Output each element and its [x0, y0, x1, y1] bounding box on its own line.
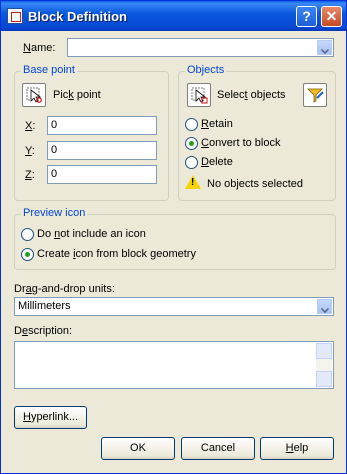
scroll-up-arrow-icon[interactable]: [316, 343, 332, 359]
select-objects-label: Select objects: [217, 89, 286, 101]
convert-to-block-label[interactable]: Convert to block: [201, 137, 281, 149]
delete-radio[interactable]: [185, 156, 198, 169]
block-definition-app-icon: [7, 8, 23, 24]
description-textarea[interactable]: [14, 341, 334, 389]
base-point-title: Base point: [21, 64, 77, 76]
x-input[interactable]: 0: [47, 116, 157, 135]
units-value: Millimeters: [18, 300, 71, 312]
description-label: Description:: [14, 325, 73, 337]
pick-point-label: Pick point: [53, 89, 101, 101]
select-objects-button[interactable]: [187, 83, 211, 107]
quick-select-button[interactable]: [303, 83, 327, 107]
chevron-down-icon[interactable]: [317, 299, 332, 314]
z-label: Z:: [25, 169, 35, 181]
z-input[interactable]: 0: [47, 165, 157, 184]
units-combobox[interactable]: Millimeters: [14, 297, 334, 316]
preview-icon-group: Preview icon: [14, 207, 336, 270]
x-label: X:: [25, 120, 36, 132]
objects-title: Objects: [185, 64, 227, 76]
title-close-button[interactable]: ✕: [321, 6, 342, 27]
title-bar[interactable]: Block Definition ? ✕: [1, 1, 346, 31]
name-label: Name:: [23, 42, 56, 54]
pick-point-button[interactable]: [22, 83, 46, 107]
pick-point-icon: [26, 87, 42, 103]
selection-status: No objects selected: [207, 178, 303, 190]
convert-to-block-radio[interactable]: [185, 137, 198, 150]
create-icon-label[interactable]: Create icon from block geometry: [37, 248, 196, 260]
retain-label[interactable]: Retain: [201, 118, 233, 130]
scroll-down-arrow-icon[interactable]: [316, 371, 332, 387]
preview-icon-title: Preview icon: [21, 207, 88, 219]
units-label: Drag-and-drop units:: [14, 283, 115, 295]
name-combobox[interactable]: [67, 38, 334, 57]
chevron-down-icon[interactable]: [317, 40, 332, 55]
block-definition-dialog: Block Definition ? ✕ Name: Base point Pi…: [0, 0, 347, 474]
select-objects-icon: [191, 87, 208, 104]
description-scrollbar[interactable]: [316, 343, 332, 387]
window-title: Block Definition: [28, 9, 127, 24]
no-icon-label[interactable]: Do not include an icon: [37, 228, 146, 240]
quick-select-filter-icon: [307, 88, 324, 103]
retain-radio[interactable]: [185, 118, 198, 131]
y-input[interactable]: 0: [47, 141, 157, 160]
cancel-button[interactable]: Cancel: [181, 437, 255, 460]
delete-label[interactable]: Delete: [201, 156, 233, 168]
no-icon-radio[interactable]: [21, 228, 34, 241]
ok-button[interactable]: OK: [101, 437, 175, 460]
hyperlink-button[interactable]: Hyperlink...: [14, 406, 87, 429]
warning-exclamation-icon: !: [191, 177, 195, 188]
y-label: Y:: [25, 145, 35, 157]
title-help-button[interactable]: ?: [296, 6, 317, 27]
create-icon-radio[interactable]: [21, 248, 34, 261]
help-button[interactable]: Help: [260, 437, 334, 460]
